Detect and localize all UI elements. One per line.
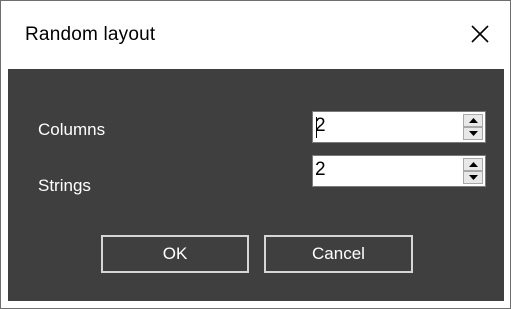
strings-increment-button[interactable] bbox=[463, 158, 483, 171]
columns-spin-arrows bbox=[463, 114, 483, 140]
columns-increment-button[interactable] bbox=[463, 114, 483, 127]
spin-down-icon bbox=[468, 175, 478, 180]
window-title: Random layout bbox=[25, 24, 156, 45]
strings-spin-arrows bbox=[463, 158, 483, 184]
strings-input[interactable] bbox=[315, 159, 445, 181]
random-layout-dialog: Random layout Columns Strings bbox=[0, 0, 511, 309]
cancel-button[interactable]: Cancel bbox=[264, 235, 413, 273]
columns-decrement-button[interactable] bbox=[463, 127, 483, 140]
strings-decrement-button[interactable] bbox=[463, 171, 483, 184]
columns-spinbox[interactable] bbox=[312, 111, 486, 143]
dialog-body: Columns Strings bbox=[8, 69, 504, 301]
close-icon bbox=[471, 25, 489, 43]
spin-up-icon bbox=[468, 162, 478, 167]
columns-input[interactable] bbox=[315, 115, 445, 137]
close-button[interactable] bbox=[458, 13, 502, 55]
strings-label: Strings bbox=[38, 176, 91, 195]
title-bar: Random layout bbox=[1, 1, 510, 69]
columns-label: Columns bbox=[38, 120, 106, 139]
spin-up-icon bbox=[468, 118, 478, 123]
strings-spinbox[interactable] bbox=[312, 155, 486, 187]
ok-button[interactable]: OK bbox=[101, 235, 249, 273]
text-caret bbox=[316, 117, 317, 138]
spin-down-icon bbox=[468, 131, 478, 136]
